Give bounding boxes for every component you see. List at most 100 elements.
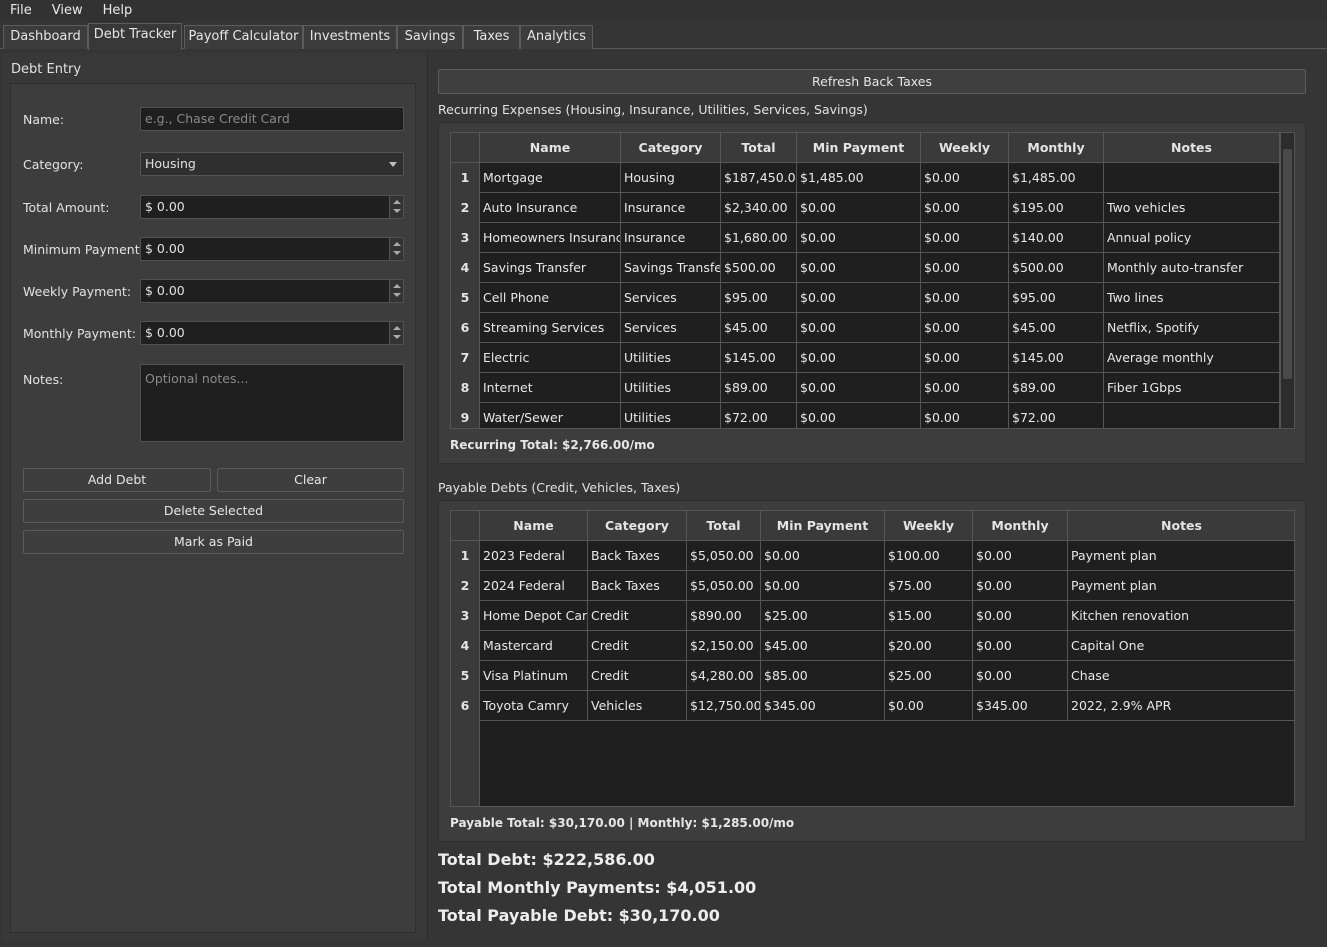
table-cell[interactable]: $0.00 bbox=[921, 163, 1009, 193]
table-cell[interactable]: $0.00 bbox=[921, 313, 1009, 343]
table-cell[interactable]: $0.00 bbox=[973, 661, 1068, 691]
table-cell[interactable]: $20.00 bbox=[885, 631, 973, 661]
menu-file[interactable]: File bbox=[0, 0, 42, 22]
column-header-monthly[interactable]: Monthly bbox=[1009, 133, 1104, 163]
table-cell[interactable]: Home Depot Card bbox=[480, 601, 588, 631]
table-row[interactable]: 3 Home Depot Card Credit $890.00 $25.00 $15.0… bbox=[451, 601, 1294, 631]
table-cell[interactable]: Credit bbox=[588, 631, 687, 661]
table-cell[interactable]: Payment plan bbox=[1068, 541, 1294, 571]
table-cell[interactable]: $145.00 bbox=[1009, 343, 1104, 373]
recurring-scrollbar[interactable] bbox=[1280, 133, 1294, 428]
tab-taxes[interactable]: Taxes bbox=[463, 25, 520, 49]
table-cell[interactable]: $25.00 bbox=[885, 661, 973, 691]
column-header-total[interactable]: Total bbox=[721, 133, 797, 163]
table-cell[interactable]: Insurance bbox=[621, 223, 721, 253]
table-cell[interactable]: Kitchen renovation bbox=[1068, 601, 1294, 631]
table-cell[interactable]: 2022, 2.9% APR bbox=[1068, 691, 1294, 721]
table-cell[interactable]: $0.00 bbox=[797, 223, 921, 253]
table-cell[interactable]: $75.00 bbox=[885, 571, 973, 601]
tab-investments[interactable]: Investments bbox=[303, 25, 397, 49]
table-cell[interactable]: $187,450.00 bbox=[721, 163, 797, 193]
table-cell[interactable]: Credit bbox=[588, 661, 687, 691]
table-cell[interactable]: $89.00 bbox=[721, 373, 797, 403]
table-cell[interactable]: $15.00 bbox=[885, 601, 973, 631]
table-cell[interactable]: Payment plan bbox=[1068, 571, 1294, 601]
row-number[interactable]: 5 bbox=[451, 661, 480, 691]
min-payment-spinbox[interactable]: $ 0.00 bbox=[140, 237, 404, 261]
table-cell[interactable]: Monthly auto-transfer bbox=[1104, 253, 1280, 283]
table-cell[interactable]: Mastercard bbox=[480, 631, 588, 661]
column-header-category[interactable]: Category bbox=[621, 133, 721, 163]
table-cell[interactable]: $500.00 bbox=[1009, 253, 1104, 283]
table-cell[interactable]: $5,050.00 bbox=[687, 541, 761, 571]
table-cell[interactable]: 2023 Federal bbox=[480, 541, 588, 571]
weekly-payment-spinbox[interactable]: $ 0.00 bbox=[140, 279, 404, 303]
row-number[interactable]: 1 bbox=[451, 541, 480, 571]
table-cell[interactable]: $95.00 bbox=[1009, 283, 1104, 313]
table-cell[interactable]: $195.00 bbox=[1009, 193, 1104, 223]
table-cell[interactable]: Internet bbox=[480, 373, 621, 403]
category-select[interactable]: Housing bbox=[140, 152, 404, 176]
table-row[interactable]: 5 Visa Platinum Credit $4,280.00 $85.00 $25.0… bbox=[451, 661, 1294, 691]
table-cell[interactable]: Savings Transfer bbox=[480, 253, 621, 283]
column-header-category[interactable]: Category bbox=[588, 511, 687, 541]
add-debt-button[interactable]: Add Debt bbox=[23, 468, 211, 492]
column-header-min-payment[interactable]: Min Payment bbox=[797, 133, 921, 163]
table-cell[interactable]: Savings Transfer bbox=[621, 253, 721, 283]
total-amount-spinbox[interactable]: $ 0.00 bbox=[140, 195, 404, 219]
column-header-weekly[interactable]: Weekly bbox=[885, 511, 973, 541]
table-cell[interactable]: $100.00 bbox=[885, 541, 973, 571]
menu-view[interactable]: View bbox=[42, 0, 93, 22]
table-cell[interactable]: $345.00 bbox=[761, 691, 885, 721]
table-cell[interactable]: $0.00 bbox=[973, 631, 1068, 661]
row-number[interactable]: 5 bbox=[451, 283, 480, 313]
table-cell[interactable]: $45.00 bbox=[761, 631, 885, 661]
table-cell[interactable]: $12,750.00 bbox=[687, 691, 761, 721]
tab-dashboard[interactable]: Dashboard bbox=[3, 25, 88, 49]
table-cell[interactable]: $2,340.00 bbox=[721, 193, 797, 223]
mark-as-paid-button[interactable]: Mark as Paid bbox=[23, 530, 404, 554]
table-cell[interactable]: $345.00 bbox=[973, 691, 1068, 721]
table-cell[interactable]: Insurance bbox=[621, 193, 721, 223]
row-number[interactable]: 9 bbox=[451, 403, 480, 428]
table-cell[interactable]: $0.00 bbox=[885, 691, 973, 721]
table-cell[interactable]: Cell Phone bbox=[480, 283, 621, 313]
table-cell[interactable]: $0.00 bbox=[921, 193, 1009, 223]
name-input[interactable]: e.g., Chase Credit Card bbox=[140, 107, 404, 131]
table-cell[interactable]: $140.00 bbox=[1009, 223, 1104, 253]
table-cell[interactable]: Annual policy bbox=[1104, 223, 1280, 253]
table-cell[interactable]: $0.00 bbox=[797, 373, 921, 403]
delete-selected-button[interactable]: Delete Selected bbox=[23, 499, 404, 523]
table-cell[interactable]: $500.00 bbox=[721, 253, 797, 283]
table-cell[interactable]: $45.00 bbox=[1009, 313, 1104, 343]
table-row[interactable]: 1 2023 Federal Back Taxes $5,050.00 $0.00 $10… bbox=[451, 541, 1294, 571]
table-cell[interactable]: $890.00 bbox=[687, 601, 761, 631]
table-cell[interactable]: $2,150.00 bbox=[687, 631, 761, 661]
table-cell[interactable]: $1,485.00 bbox=[1009, 163, 1104, 193]
table-cell[interactable] bbox=[1104, 403, 1280, 428]
table-cell[interactable]: Fiber 1Gbps bbox=[1104, 373, 1280, 403]
monthly-payment-stepper[interactable] bbox=[389, 322, 403, 344]
table-cell[interactable]: Streaming Services bbox=[480, 313, 621, 343]
column-header-total[interactable]: Total bbox=[687, 511, 761, 541]
table-cell[interactable]: $4,280.00 bbox=[687, 661, 761, 691]
table-cell[interactable]: $0.00 bbox=[797, 403, 921, 428]
table-cell[interactable]: $0.00 bbox=[921, 253, 1009, 283]
tab-analytics[interactable]: Analytics bbox=[520, 25, 593, 49]
tab-savings[interactable]: Savings bbox=[397, 25, 463, 49]
table-cell[interactable]: $0.00 bbox=[761, 541, 885, 571]
table-cell[interactable]: $0.00 bbox=[797, 313, 921, 343]
table-cell[interactable]: Auto Insurance bbox=[480, 193, 621, 223]
row-number[interactable]: 1 bbox=[451, 163, 480, 193]
table-cell[interactable]: $85.00 bbox=[761, 661, 885, 691]
table-cell[interactable]: $72.00 bbox=[1009, 403, 1104, 428]
table-cell[interactable]: 2024 Federal bbox=[480, 571, 588, 601]
table-corner[interactable] bbox=[451, 511, 480, 541]
table-row[interactable]: 2 2024 Federal Back Taxes $5,050.00 $0.00 $75… bbox=[451, 571, 1294, 601]
table-cell[interactable]: $0.00 bbox=[921, 403, 1009, 428]
table-cell[interactable]: Average monthly bbox=[1104, 343, 1280, 373]
row-number[interactable]: 2 bbox=[451, 571, 480, 601]
table-cell[interactable]: $1,680.00 bbox=[721, 223, 797, 253]
row-number[interactable]: 6 bbox=[451, 313, 480, 343]
table-cell[interactable]: Utilities bbox=[621, 343, 721, 373]
